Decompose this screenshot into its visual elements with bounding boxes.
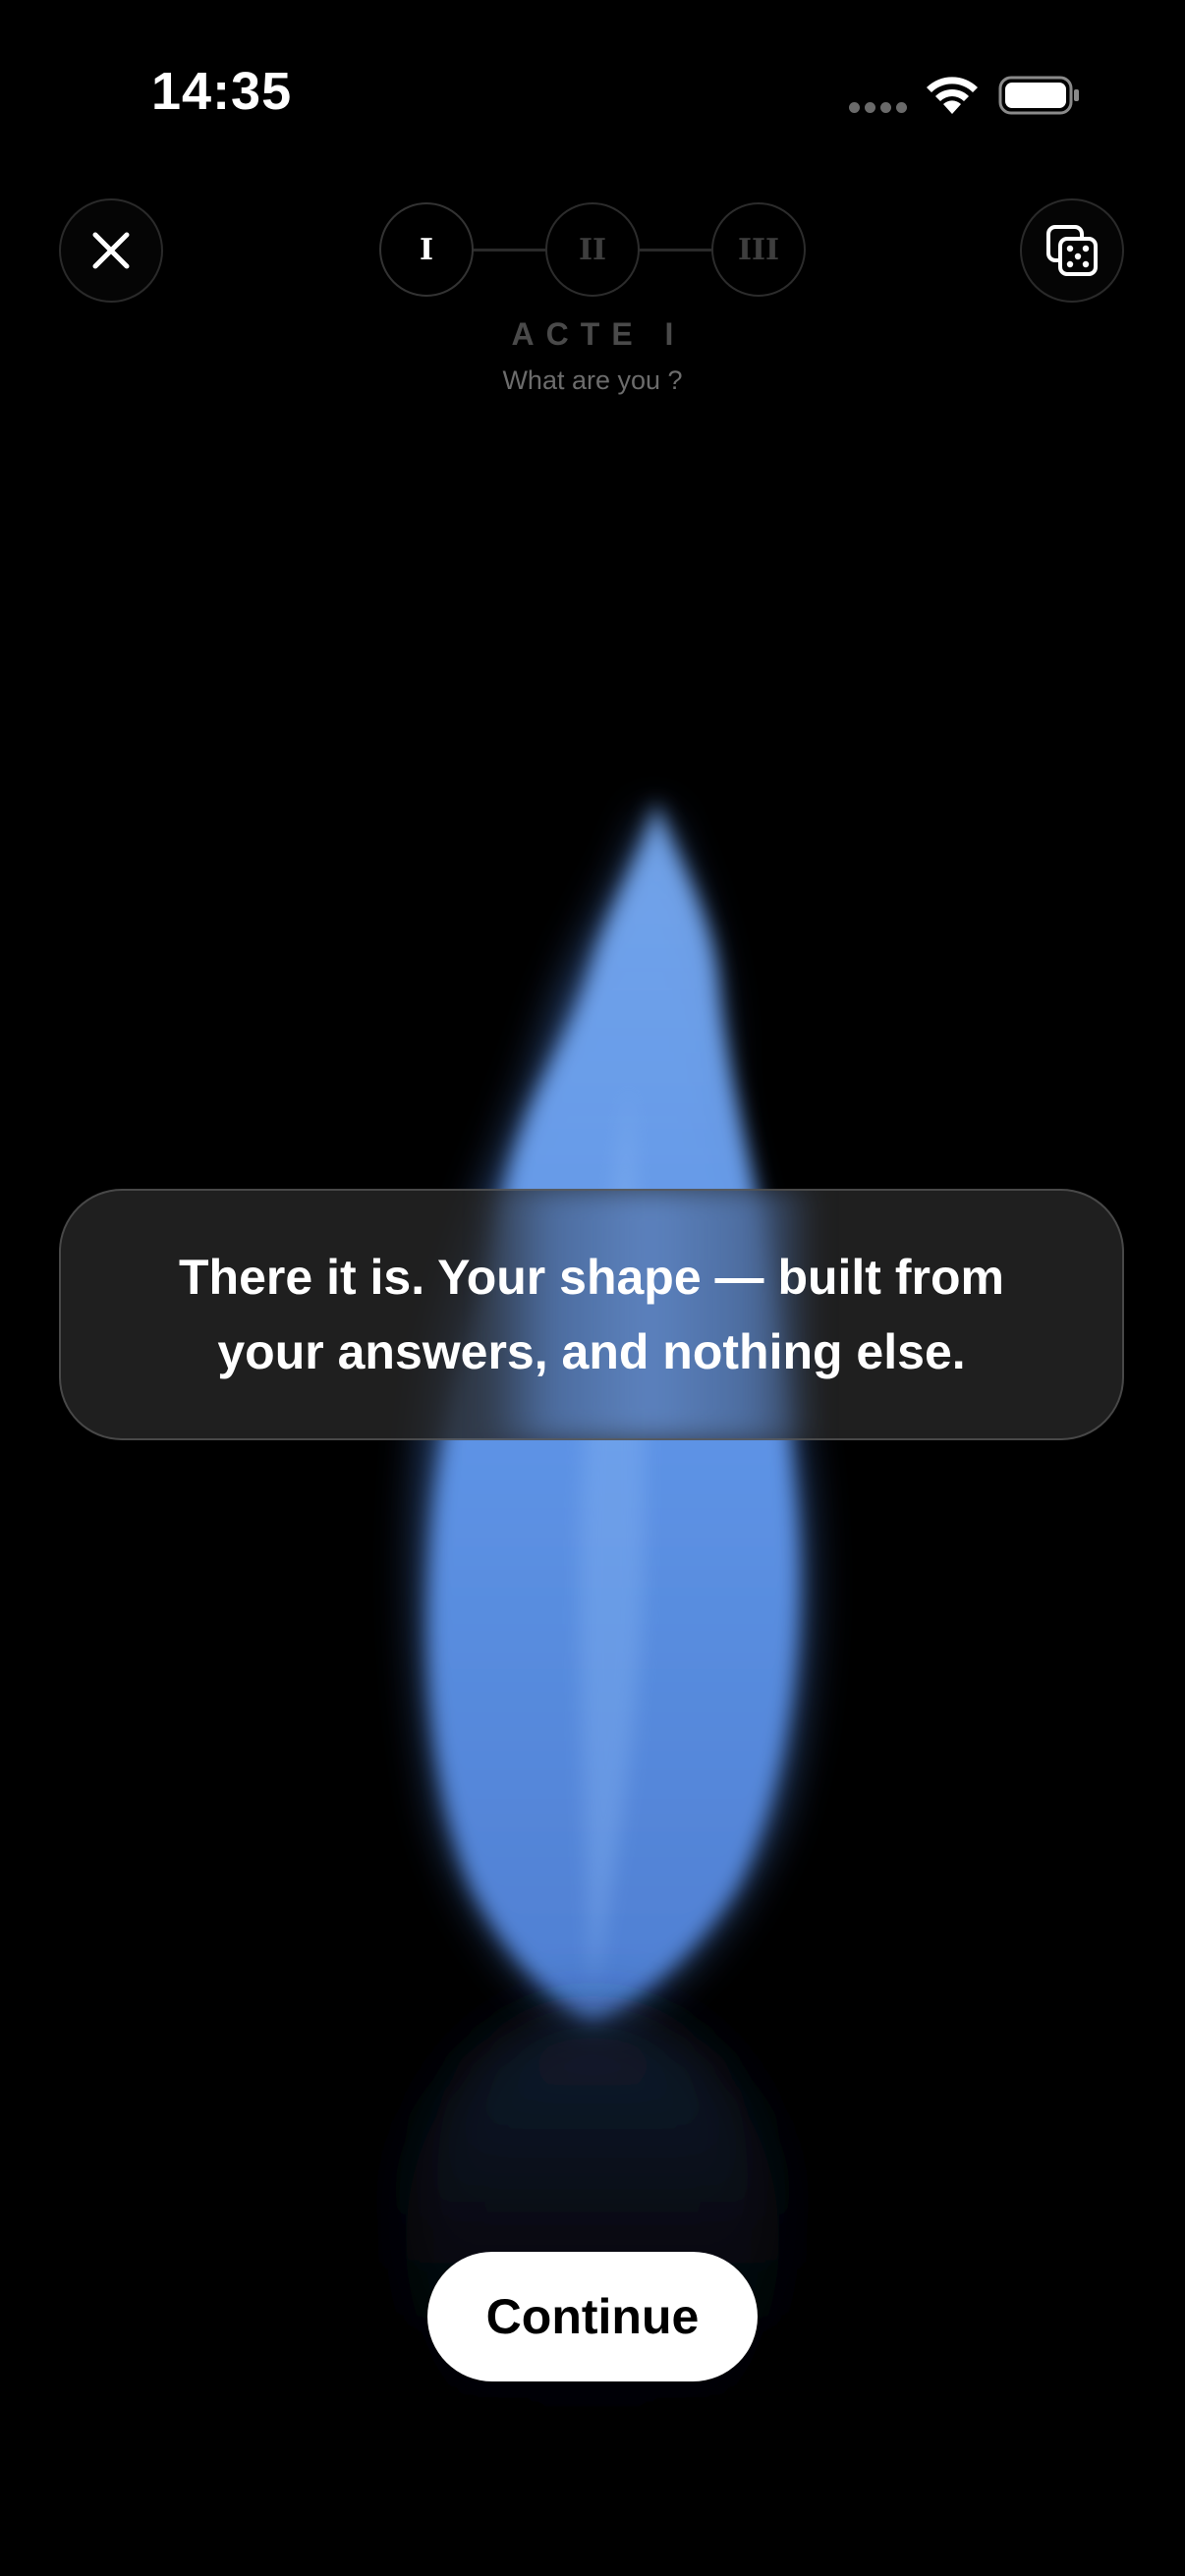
status-time: 14:35 bbox=[151, 62, 293, 121]
dice-icon bbox=[1046, 225, 1098, 276]
message-card: There it is. Your shape — built from you… bbox=[59, 1189, 1124, 1440]
message-text: There it is. Your shape — built from you… bbox=[179, 1250, 1004, 1379]
shuffle-button[interactable] bbox=[1020, 198, 1124, 303]
step-3: III bbox=[711, 202, 806, 297]
act-subtitle: What are you ? bbox=[502, 365, 683, 395]
close-icon bbox=[92, 232, 130, 269]
wifi-icon bbox=[927, 77, 978, 114]
step-2: II bbox=[545, 202, 640, 297]
continue-button[interactable]: Continue bbox=[427, 2252, 758, 2381]
step-connector bbox=[472, 249, 546, 252]
step-connector bbox=[637, 249, 711, 252]
act-stepper: I II III bbox=[379, 202, 806, 297]
close-button[interactable] bbox=[59, 198, 163, 303]
act-title: ACTE I bbox=[511, 316, 686, 352]
battery-icon bbox=[998, 76, 1079, 115]
cellular-signal-icon bbox=[849, 102, 907, 113]
step-1: I bbox=[379, 202, 474, 297]
